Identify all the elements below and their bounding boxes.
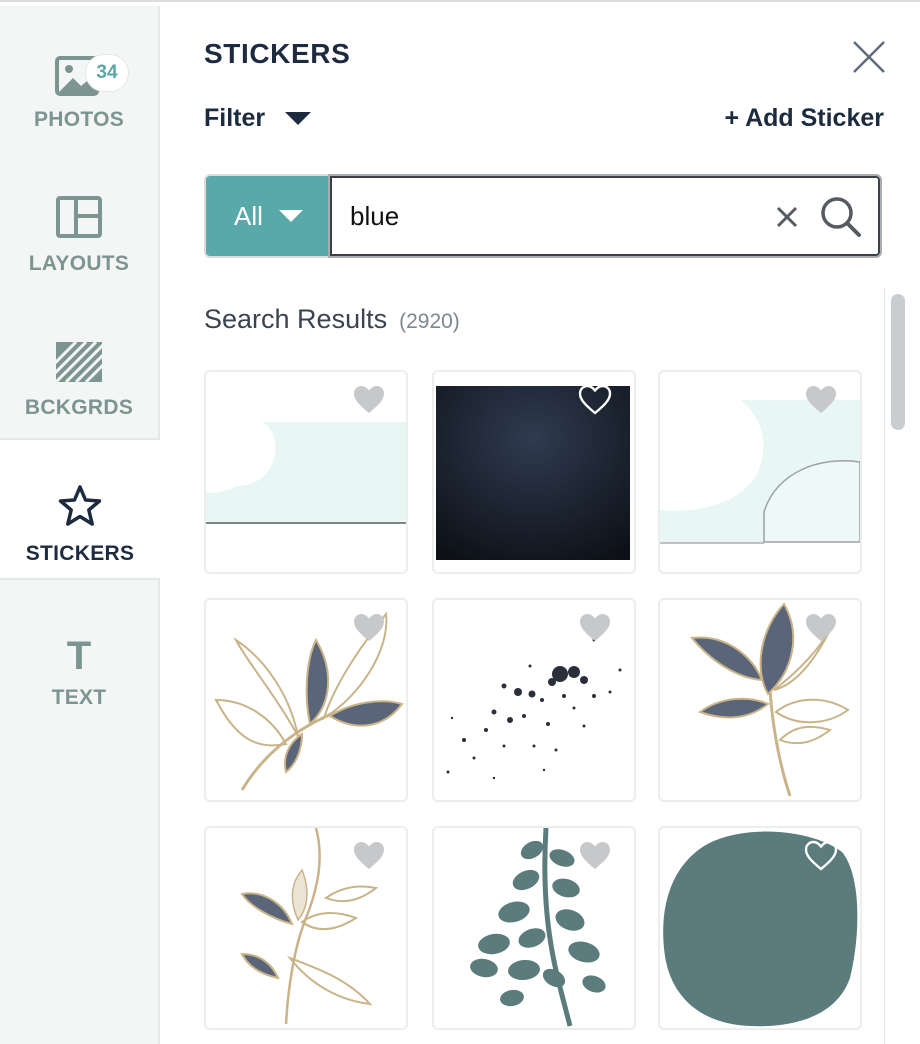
sticker-tile[interactable] [658, 370, 862, 574]
text-icon: T [66, 634, 92, 678]
heart-icon[interactable] [578, 384, 612, 416]
sticker-tile[interactable] [658, 598, 862, 802]
heart-icon[interactable] [352, 840, 386, 872]
close-icon [853, 41, 885, 73]
add-sticker-button[interactable]: + Add Sticker [724, 104, 884, 133]
sticker-grid [204, 370, 864, 1044]
sticker-tile[interactable] [204, 598, 408, 802]
photo-count-badge: 34 [85, 54, 129, 92]
sidebar-item-layouts[interactable]: LAYOUTS [0, 150, 158, 292]
close-button[interactable] [850, 38, 888, 76]
category-select[interactable]: All [204, 174, 328, 258]
heart-icon[interactable] [804, 840, 838, 872]
sidebar-item-label: STICKERS [25, 542, 135, 565]
layout-icon [56, 176, 102, 238]
caret-down-icon [285, 112, 312, 125]
sidebar-item-label: LAYOUTS [28, 252, 130, 275]
sidebar-item-stickers[interactable]: STICKERS [0, 438, 160, 580]
heart-icon[interactable] [352, 612, 386, 644]
filter-label: Filter [204, 104, 266, 132]
heart-icon[interactable] [578, 840, 612, 872]
sidebar-item-photos[interactable]: 34 PHOTOS [0, 6, 158, 148]
results-heading: Search Results (2920) [204, 304, 460, 335]
sidebar-item-label: PHOTOS [33, 108, 125, 131]
search-field [328, 174, 882, 258]
search-icon [821, 197, 861, 237]
results-count: (2920) [399, 310, 460, 333]
background-icon [56, 320, 102, 382]
sidebar: 34 PHOTOS LAYOUTS BCKGRDS STICKERS T TEX… [0, 6, 160, 1044]
scrollbar-thumb[interactable] [891, 294, 905, 430]
results-title: Search Results [204, 304, 388, 334]
photo-icon: 34 [55, 36, 129, 98]
heart-icon[interactable] [578, 612, 612, 644]
sticker-tile[interactable] [432, 370, 636, 574]
sidebar-item-label: TEXT [51, 686, 107, 709]
sticker-tile[interactable] [432, 826, 636, 1030]
caret-down-icon [278, 210, 303, 222]
sticker-tile[interactable] [658, 826, 862, 1030]
stickers-panel: STICKERS Filter + Add Sticker All blue S… [160, 6, 920, 1044]
heart-icon[interactable] [804, 384, 838, 416]
sidebar-item-text[interactable]: T TEXT [0, 584, 158, 726]
sidebar-item-backgrounds[interactable]: BCKGRDS [0, 294, 158, 436]
search-bar: All [204, 174, 882, 258]
results-scrollbar[interactable] [884, 288, 910, 1044]
sticker-tile[interactable] [204, 370, 408, 574]
filter-dropdown[interactable]: Filter [204, 104, 312, 133]
heart-icon[interactable] [352, 384, 386, 416]
category-value: All [234, 200, 263, 231]
heart-icon[interactable] [804, 612, 838, 644]
star-icon [57, 466, 103, 528]
sticker-tile[interactable] [204, 826, 408, 1030]
clear-search-button[interactable] [770, 200, 804, 234]
panel-title: STICKERS [204, 38, 351, 69]
sticker-tile[interactable] [432, 598, 636, 802]
search-input[interactable] [350, 194, 750, 238]
clear-icon [776, 206, 798, 228]
sidebar-item-label: BCKGRDS [24, 396, 134, 419]
search-button[interactable] [818, 194, 864, 240]
